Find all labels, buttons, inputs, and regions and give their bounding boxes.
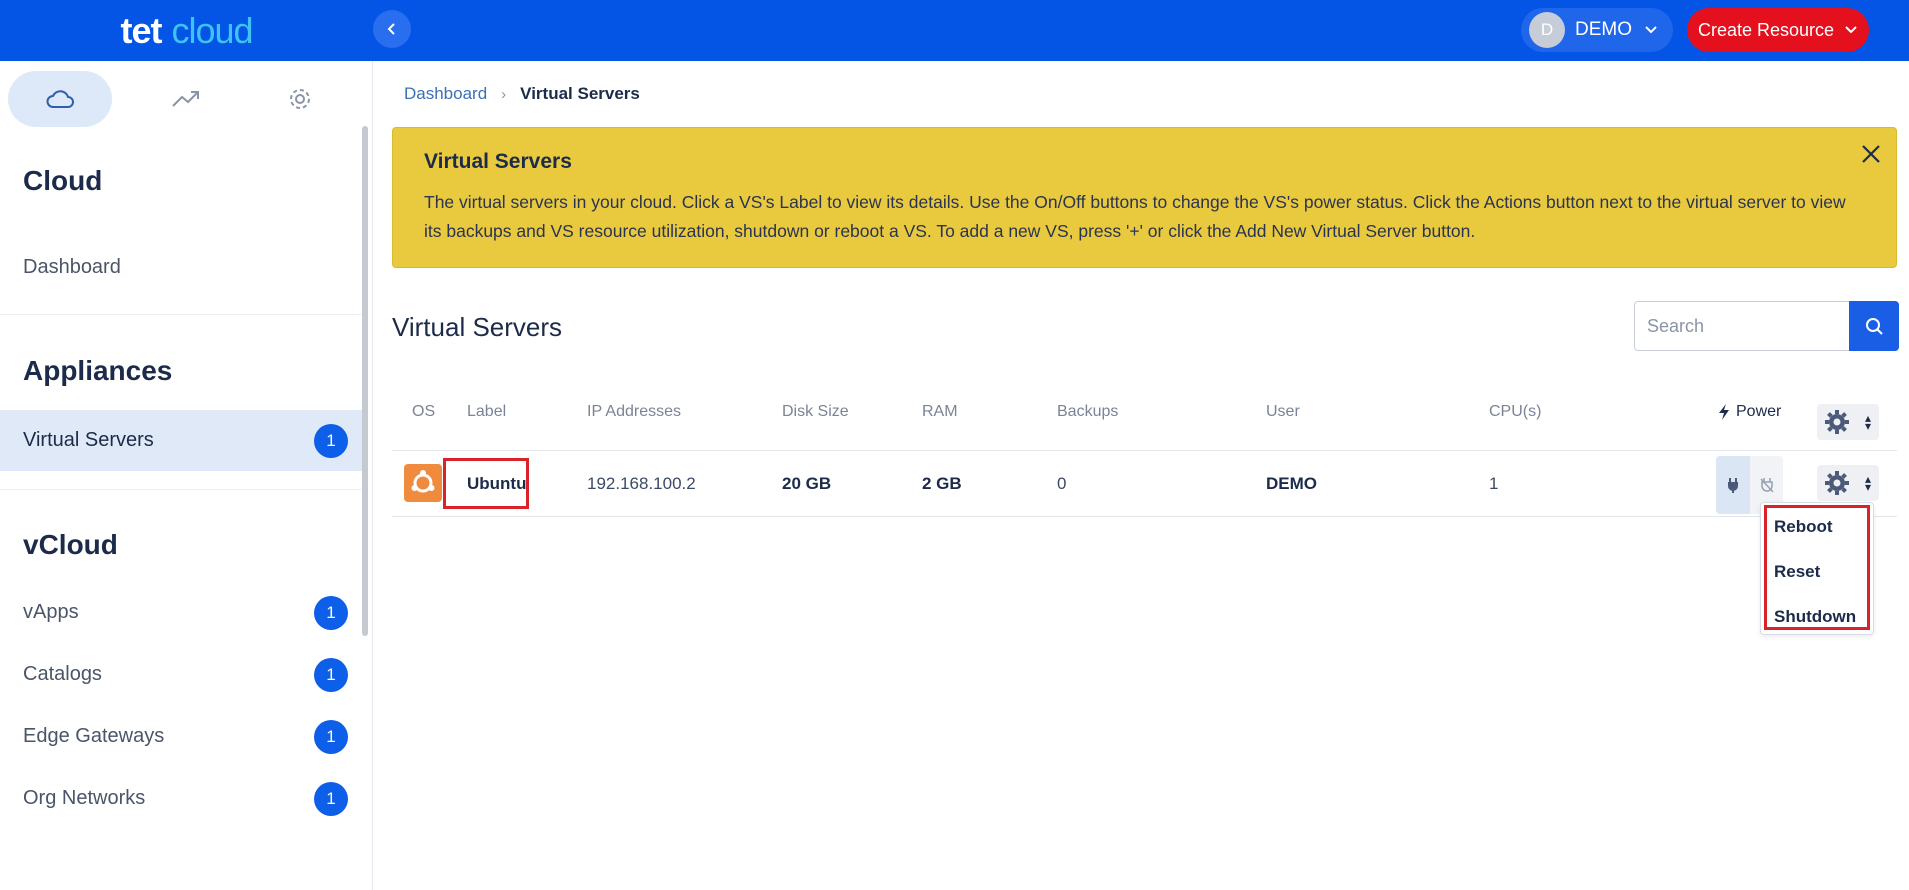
section-title-cloud: Cloud (23, 165, 103, 196)
table-settings-button[interactable]: ▴ ▾ (1817, 404, 1879, 440)
tab-cloud[interactable] (8, 71, 112, 127)
user-name: DEMO (1575, 19, 1632, 40)
count-badge: 1 (314, 719, 348, 754)
column-header-ram[interactable]: RAM (922, 403, 958, 421)
plug-off-icon (1759, 478, 1774, 493)
power-on-button[interactable] (1716, 456, 1750, 514)
vs-actions-button[interactable]: ▴ ▾ (1817, 465, 1879, 501)
power-header-label: Power (1736, 403, 1782, 420)
count-badge: 1 (314, 657, 348, 692)
column-header-cpus[interactable]: CPU(s) (1489, 403, 1541, 421)
page-title: Virtual Servers (392, 312, 563, 342)
gear-icon (1825, 471, 1849, 495)
vs-ip-address: 192.168.100.2 (587, 474, 696, 493)
trending-up-icon (172, 91, 199, 107)
vs-cpus: 1 (1489, 474, 1499, 493)
chevron-down-icon (1845, 26, 1857, 34)
sidebar-item-virtual-servers[interactable]: Virtual Servers 1 (0, 410, 362, 471)
tab-analytics[interactable] (134, 71, 238, 127)
breadcrumb-current: Virtual Servers (520, 84, 640, 103)
column-header-user[interactable]: User (1266, 403, 1300, 421)
column-header-disk[interactable]: Disk Size (782, 403, 849, 421)
divider (0, 489, 362, 490)
info-banner: Virtual Servers The virtual servers in y… (392, 127, 1897, 268)
search-input[interactable] (1634, 301, 1850, 351)
divider (392, 516, 1897, 517)
sidebar: Cloud Dashboard Appliances Virtual Serve… (0, 61, 373, 890)
breadcrumb: Dashboard › Virtual Servers (404, 84, 640, 104)
ubuntu-os-icon (404, 464, 442, 502)
brand-logo-part1: tet (120, 9, 162, 51)
avatar: D (1529, 12, 1565, 48)
vs-disk-size: 20 GB (782, 474, 832, 493)
count-badge: 1 (314, 781, 348, 816)
sidebar-collapse-button[interactable] (373, 10, 411, 48)
count-badge: 1 (314, 423, 348, 458)
main-content: Dashboard › Virtual Servers Virtual Serv… (373, 61, 1909, 890)
breadcrumb-dashboard-link[interactable]: Dashboard (404, 84, 487, 104)
count-badge: 1 (314, 595, 348, 630)
sidebar-item-org-networks[interactable]: Org Networks 1 (0, 768, 362, 829)
highlight-box (1764, 505, 1870, 630)
sort-icon: ▴ ▾ (1864, 472, 1872, 494)
sidebar-tabs (8, 71, 363, 127)
column-header-power: Power (1718, 403, 1781, 421)
divider (392, 450, 1897, 451)
section-title-vcloud: vCloud (23, 529, 118, 560)
create-resource-label: Create Resource (1697, 19, 1835, 40)
cloud-icon (46, 90, 74, 108)
banner-title: Virtual Servers (424, 150, 572, 173)
vs-label-link[interactable]: Ubuntu (467, 474, 526, 494)
sidebar-item-label: Virtual Servers (23, 429, 154, 451)
create-resource-button[interactable]: Create Resource (1687, 8, 1869, 52)
sidebar-item-label: vApps (23, 601, 79, 623)
column-header-os: OS (412, 403, 436, 420)
column-header-backups[interactable]: Backups (1057, 403, 1118, 421)
sidebar-item-dashboard[interactable]: Dashboard (0, 237, 362, 298)
column-header-ip[interactable]: IP Addresses (587, 403, 681, 421)
sidebar-item-label: Dashboard (23, 256, 121, 278)
divider (0, 314, 362, 315)
plug-icon (1728, 478, 1738, 493)
chevron-left-icon (387, 23, 395, 35)
vs-user: DEMO (1266, 474, 1317, 493)
sidebar-item-edge-gateways[interactable]: Edge Gateways 1 (0, 706, 362, 767)
gear-icon (290, 89, 310, 109)
gear-icon (1825, 410, 1849, 434)
sidebar-item-label: Org Networks (23, 787, 146, 809)
close-icon[interactable] (1860, 140, 1882, 172)
chevron-right-icon: › (501, 85, 507, 103)
banner-text: The virtual servers in your cloud. Click… (424, 192, 1846, 241)
brand-logo[interactable]: tet cloud (0, 0, 373, 61)
search-icon (1866, 318, 1883, 335)
brand-logo-part2: cloud (171, 9, 253, 51)
sidebar-item-label: Edge Gateways (23, 725, 165, 747)
chevron-down-icon (1645, 26, 1657, 34)
bolt-icon (1719, 404, 1729, 420)
sidebar-scrollbar[interactable] (362, 126, 368, 636)
sidebar-item-vapps[interactable]: vApps 1 (0, 582, 362, 643)
vs-ram: 2 GB (922, 474, 962, 493)
sort-icon: ▴ ▾ (1864, 411, 1872, 433)
vs-backups: 0 (1057, 474, 1067, 493)
user-menu[interactable]: D DEMO (1521, 8, 1673, 52)
search-button[interactable] (1849, 301, 1899, 351)
column-header-label[interactable]: Label (467, 403, 506, 421)
tab-settings[interactable] (248, 71, 352, 127)
sidebar-item-label: Catalogs (23, 663, 102, 685)
top-bar: tet cloud D DEMO Create Resource (0, 0, 1909, 61)
section-title-appliances: Appliances (23, 355, 173, 386)
sidebar-item-catalogs[interactable]: Catalogs 1 (0, 644, 362, 705)
